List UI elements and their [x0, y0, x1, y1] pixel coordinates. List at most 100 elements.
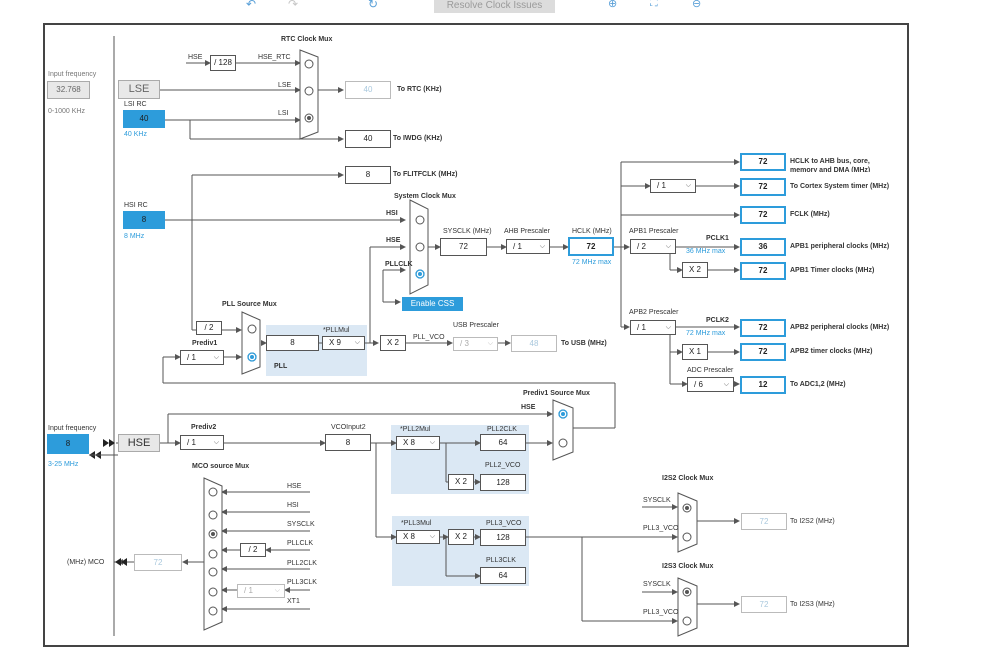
apb2-prescaler-label: APB2 Prescaler [629, 309, 679, 316]
pll3mul-select[interactable]: X 8 ⌵ [396, 530, 440, 544]
mco-output-label: (MHz) MCO [67, 559, 105, 566]
rtc-hse-divider[interactable]: / 128 [210, 55, 236, 71]
mco-pllclk-div2[interactable]: / 2 [240, 543, 266, 557]
pll3clk-label: PLL3CLK [486, 557, 516, 564]
lsi-rc-value[interactable]: 40 [123, 110, 165, 128]
hsi-rc-value[interactable]: 8 [123, 211, 165, 229]
output-apb2-peripheral-value[interactable]: 72 [740, 319, 786, 337]
mco-pll3clk-divider-select[interactable]: / 1 ⌵ [237, 584, 285, 598]
output-apb1-timer-label: APB1 Timer clocks (MHz) [790, 267, 875, 274]
mco-input-pllclk: PLLCLK [287, 540, 314, 547]
output-cortex-timer-value[interactable]: 72 [740, 178, 786, 196]
output-apb1-timer-value[interactable]: 72 [740, 262, 786, 280]
rtc-hse-label: HSE [188, 54, 203, 61]
pll-input-value[interactable]: 8 [266, 335, 319, 351]
apb1-prescaler-select[interactable]: / 2 ⌵ [630, 239, 676, 254]
cortex-timer-divider-select[interactable]: / 1 ⌵ [650, 179, 696, 193]
iwdg-output-value[interactable]: 40 [345, 130, 391, 148]
lse-block[interactable]: LSE [118, 80, 160, 99]
mco-input-hse: HSE [287, 483, 302, 490]
chevron-down-icon: ⌵ [429, 533, 435, 540]
chevron-down-icon: ⌵ [274, 587, 280, 594]
output-fclk-value[interactable]: 72 [740, 206, 786, 224]
pll3mul-label: *PLL3Mul [401, 520, 432, 527]
flitfclk-output-value[interactable]: 8 [345, 166, 391, 184]
hclk-max-label: 72 MHz max [572, 259, 612, 266]
i2s2-output-label: To I2S2 (MHz) [790, 518, 835, 525]
mco-input-xt1: XT1 [287, 598, 300, 605]
apb2-timer-multiplier[interactable]: X 1 [682, 344, 708, 360]
i2s3-output-value[interactable]: 72 [741, 596, 787, 613]
chevron-down-icon: ⌵ [539, 243, 545, 250]
prediv1-select[interactable]: / 1 ⌵ [180, 350, 224, 365]
rtc-output-label: To RTC (KHz) [397, 86, 442, 93]
rtc-clock-mux-title: RTC Clock Mux [281, 36, 333, 43]
rtc-hse-rtc-label: HSE_RTC [258, 54, 291, 61]
pllmul-label: *PLLMul [323, 327, 350, 334]
usb-prescaler-select[interactable]: / 3 ⌵ [453, 337, 498, 351]
output-fclk-label: FCLK (MHz) [790, 211, 830, 218]
rtc-lse-label: LSE [278, 82, 292, 89]
adc-prescaler-label: ADC Prescaler [687, 367, 734, 374]
vcoinput2-value[interactable]: 8 [325, 434, 371, 451]
iwdg-output-label: To IWDG (KHz) [393, 135, 443, 142]
pll3-vco-value[interactable]: 128 [480, 529, 526, 546]
output-hclk-ahb-label: HCLK to AHB bus, core, [790, 158, 870, 165]
pll2mul-label: *PLL2Mul [400, 426, 431, 433]
pll2-vco-multiplier[interactable]: X 2 [448, 474, 474, 490]
pll2mul-select[interactable]: X 8 ⌵ [396, 436, 440, 450]
hse-range-label: 3-25 MHz [48, 461, 79, 468]
output-apb2-timer-label: APB2 timer clocks (MHz) [790, 348, 873, 355]
i2s2-output-value[interactable]: 72 [741, 513, 787, 530]
lsi-rc-title: LSI RC [124, 101, 147, 108]
ahb-prescaler-label: AHB Prescaler [504, 228, 550, 235]
chevron-down-icon: ⌵ [665, 243, 671, 250]
chevron-down-icon: ⌵ [354, 339, 360, 346]
pll3clk-value[interactable]: 64 [480, 567, 526, 584]
mco-source-mux-title: MCO source Mux [192, 463, 250, 470]
pll-source-mux-title: PLL Source Mux [222, 301, 277, 308]
hclk-value[interactable]: 72 [568, 237, 614, 256]
i2s3-sysclk-label: SYSCLK [643, 581, 671, 588]
pllmul-select[interactable]: X 9 ⌵ [322, 336, 365, 350]
output-apb1-peripheral-label: APB1 peripheral clocks (MHz) [790, 243, 890, 250]
output-adc-value[interactable]: 12 [740, 376, 786, 394]
apb2-prescaler-select[interactable]: / 1 ⌵ [630, 320, 676, 335]
rtc-output-value[interactable]: 40 [345, 81, 391, 99]
i2s3-output-label: To I2S3 (MHz) [790, 601, 835, 608]
lse-input-frequency-field[interactable]: 32.768 [47, 81, 90, 99]
output-apb1-peripheral-value[interactable]: 36 [740, 238, 786, 256]
adc-prescaler-select[interactable]: / 6 ⌵ [687, 377, 734, 392]
rtc-lsi-label: LSI [278, 110, 289, 117]
enable-css-button[interactable]: Enable CSS [402, 297, 463, 311]
hsi-rc-sub: 8 MHz [124, 233, 145, 240]
sysclk-value[interactable]: 72 [440, 238, 487, 256]
mco-input-pll2clk: PLL2CLK [287, 560, 317, 567]
pll-hsi-div2[interactable]: / 2 [196, 321, 222, 335]
hse-input-frequency-field[interactable]: 8 [47, 434, 89, 454]
sysclk-label: SYSCLK (MHz) [443, 228, 492, 235]
chevron-down-icon: ⌵ [665, 324, 671, 331]
usb-prescaler-label: USB Prescaler [453, 322, 499, 329]
pll2clk-value[interactable]: 64 [480, 434, 526, 451]
i2s2-clock-mux-shape [677, 492, 698, 553]
hsi-rc-title: HSI RC [124, 202, 148, 209]
output-hclk-ahb-value[interactable]: 72 [740, 153, 786, 171]
pll2-vco-value[interactable]: 128 [480, 474, 526, 491]
apb1-max-label: 36 MHz max [686, 248, 726, 255]
prediv2-select[interactable]: / 1 ⌵ [180, 435, 224, 450]
usb-output-value[interactable]: 48 [511, 335, 557, 352]
apb1-timer-multiplier[interactable]: X 2 [682, 262, 708, 278]
prediv1-label: Prediv1 [192, 340, 218, 347]
mco-output-value[interactable]: 72 [134, 554, 182, 571]
lsi-rc-sub: 40 KHz [124, 131, 147, 138]
pll3-vco-multiplier[interactable]: X 2 [448, 529, 474, 545]
i2s2-clock-mux-title: I2S2 Clock Mux [662, 475, 714, 482]
hse-block[interactable]: HSE [118, 434, 160, 452]
pll-vco-multiplier[interactable]: X 2 [380, 335, 406, 351]
chevron-down-icon: ⌵ [213, 354, 219, 361]
pll-vco-label: PLL_VCO [413, 334, 445, 341]
output-apb2-timer-value[interactable]: 72 [740, 343, 786, 361]
pll-source-mux-shape [241, 311, 261, 375]
ahb-prescaler-select[interactable]: / 1 ⌵ [506, 239, 550, 254]
